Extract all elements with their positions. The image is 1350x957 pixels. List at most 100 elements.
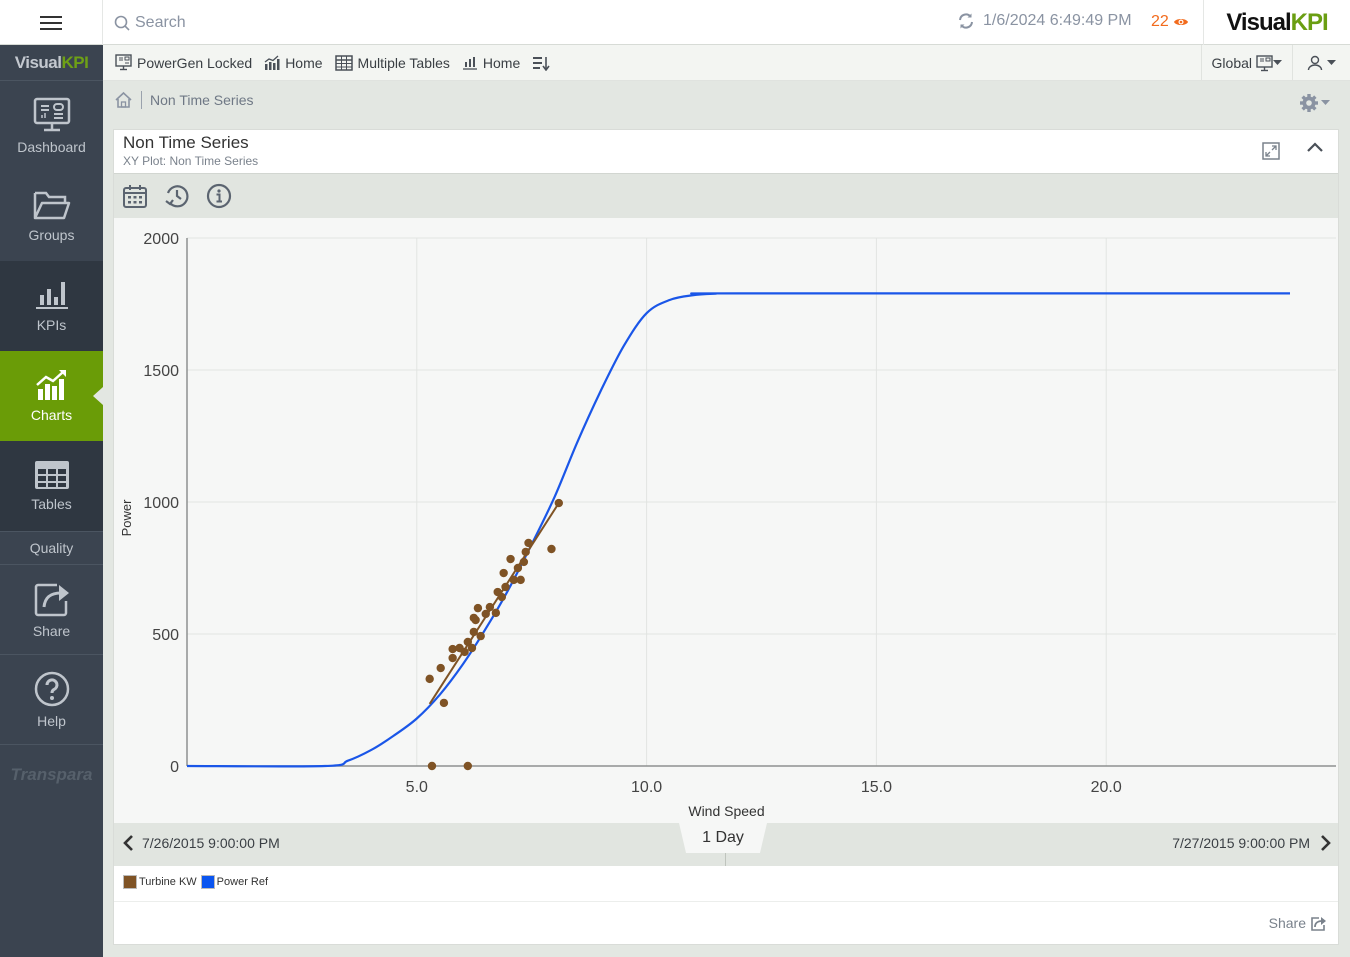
- brand-visual: Visual: [1226, 8, 1291, 36]
- favorite-powergen-locked[interactable]: PowerGen Locked: [115, 54, 252, 71]
- y-tick-label: 1000: [143, 495, 179, 512]
- favorite-multiple-tables[interactable]: Multiple Tables: [334, 54, 450, 71]
- table-icon: [34, 461, 69, 489]
- footer-brand: Transpara: [10, 765, 93, 784]
- sidebar-item-groups[interactable]: Groups: [0, 171, 103, 261]
- bar-chart-icon: [35, 282, 68, 309]
- power-ref-line: [186, 292, 1290, 768]
- xy-plot-svg: 0 500 1000 1500 2000 5.0 10.0 15.0 20.0 Wind Spe…: [119, 231, 1336, 819]
- last-update: 1/6/2024 6:49:49 PM: [957, 12, 1132, 30]
- time-range-selector[interactable]: 1 Day: [679, 823, 767, 853]
- hamburger-icon: [40, 21, 62, 24]
- legend-swatch: [200, 875, 215, 889]
- chart-legend: Turbine KW Power Ref: [123, 875, 268, 889]
- turbine-kw-point: [436, 663, 445, 673]
- favorite-label: Multiple Tables: [357, 54, 450, 71]
- sidebar-item-charts[interactable]: Charts: [0, 351, 103, 441]
- search-input[interactable]: Search: [114, 11, 514, 35]
- share-icon: [1311, 916, 1326, 931]
- info-button[interactable]: [206, 183, 232, 209]
- sort-favorites-button[interactable]: [532, 55, 555, 71]
- bar-chart-icon: [462, 57, 477, 70]
- history-button[interactable]: [164, 183, 190, 209]
- turbine-kw-point: [467, 643, 477, 653]
- caret-down-icon: [1327, 60, 1336, 65]
- start-time: 7/26/2015 9:00:00 PM: [142, 835, 280, 851]
- turbine-kw-point: [427, 761, 437, 771]
- dashboard-icon: [1256, 54, 1273, 71]
- sidebar: Visual KPI Dashboard Groups KPIs Charts T…: [0, 45, 103, 957]
- breadcrumb-separator: [141, 91, 142, 109]
- series-layer: [186, 292, 1290, 771]
- sidebar-label: Tables: [31, 496, 72, 512]
- y-tick-label: 2000: [143, 231, 179, 248]
- favorite-home-kpi[interactable]: Home: [462, 55, 520, 71]
- sidebar-label: Share: [32, 622, 71, 639]
- global-dropdown[interactable]: Global: [1200, 45, 1292, 81]
- x-tick-label: 5.0: [406, 779, 428, 796]
- xy-plot[interactable]: 0 500 1000 1500 2000 5.0 10.0 15.0 20.0 Wind Spe…: [114, 218, 1338, 823]
- refresh-icon[interactable]: [957, 12, 975, 30]
- trend-chart-icon: [264, 55, 280, 70]
- favorite-home-chart[interactable]: Home: [264, 54, 323, 71]
- sidebar-label: Groups: [28, 227, 75, 243]
- share-icon: [34, 583, 69, 616]
- next-period-button[interactable]: 7/27/2015 9:00:00 PM: [1172, 834, 1332, 852]
- collapse-button[interactable]: [1306, 140, 1324, 158]
- sidebar-item-quality[interactable]: Quality: [0, 531, 103, 565]
- sidebar-item-help[interactable]: Help: [0, 655, 103, 745]
- end-time: 7/27/2015 9:00:00 PM: [1172, 835, 1310, 851]
- sidebar-item-kpis[interactable]: KPIs: [0, 261, 103, 351]
- menu-button[interactable]: [0, 0, 103, 45]
- sidebar-item-tables[interactable]: Tables: [0, 441, 103, 531]
- folder-icon: [33, 191, 70, 220]
- caret-down-icon: [1321, 100, 1330, 105]
- dashboard-icon: [115, 54, 132, 71]
- x-axis-label: Wind Speed: [688, 803, 764, 819]
- home-icon[interactable]: [114, 91, 133, 109]
- timestamp: 1/6/2024 6:49:49 PM: [983, 12, 1132, 29]
- brand-kpi: KPI: [1290, 8, 1329, 36]
- turbine-kw-point: [425, 674, 434, 684]
- sidebar-label: Quality: [29, 540, 74, 556]
- watch-alerts[interactable]: 22: [1151, 13, 1189, 31]
- global-label: Global: [1211, 55, 1252, 71]
- settings-menu[interactable]: [1299, 93, 1330, 113]
- previous-period-button[interactable]: 7/26/2015 9:00:00 PM: [122, 834, 280, 852]
- top-bar: Search 1/6/2024 6:49:49 PM 22 Visual KPI: [0, 0, 1350, 45]
- tick-labels: 0 500 1000 1500 2000 5.0 10.0 15.0 20.0: [143, 231, 1121, 796]
- favorite-label: PowerGen Locked: [137, 54, 253, 71]
- sidebar-label: KPIs: [36, 317, 67, 333]
- sidebar-item-share[interactable]: Share: [0, 565, 103, 655]
- time-range-tick: [725, 853, 726, 866]
- sidebar-item-dashboard[interactable]: Dashboard: [0, 81, 103, 171]
- legend-label: Power Ref: [216, 876, 269, 888]
- turbine-kw-point: [547, 544, 556, 554]
- legend-swatch: [123, 875, 137, 889]
- time-range-label: 1 Day: [702, 829, 744, 846]
- chevron-up-icon: [1307, 142, 1323, 152]
- legend-item-turbine-kw[interactable]: Turbine KW: [123, 875, 197, 889]
- expand-button[interactable]: [1262, 142, 1280, 165]
- breadcrumb-current: Non Time Series: [150, 92, 254, 108]
- chevron-right-icon: [1321, 835, 1331, 851]
- card-header: Non Time Series XY Plot: Non Time Series: [114, 130, 1338, 174]
- turbine-kw-point: [476, 631, 485, 641]
- legend-item-power-ref[interactable]: Power Ref: [200, 875, 269, 889]
- y-axis-label: Power: [119, 499, 134, 537]
- calendar-button[interactable]: [122, 183, 148, 209]
- turbine-kw-trendline: [428, 502, 560, 705]
- turbine-kw-point: [469, 613, 478, 623]
- share-button[interactable]: Share: [1269, 915, 1326, 931]
- eye-icon: [1173, 19, 1188, 25]
- favorite-label: Home: [285, 54, 323, 71]
- user-menu[interactable]: [1292, 45, 1350, 81]
- share-label: Share: [1268, 915, 1306, 931]
- info-icon: [206, 183, 232, 209]
- logo-kpi: KPI: [61, 52, 89, 72]
- sidebar-logo: Visual KPI: [0, 45, 103, 81]
- help-icon: [34, 671, 69, 706]
- y-tick-label: 500: [152, 627, 179, 644]
- favorite-label: Home: [482, 54, 521, 71]
- sidebar-label: Charts: [30, 407, 73, 423]
